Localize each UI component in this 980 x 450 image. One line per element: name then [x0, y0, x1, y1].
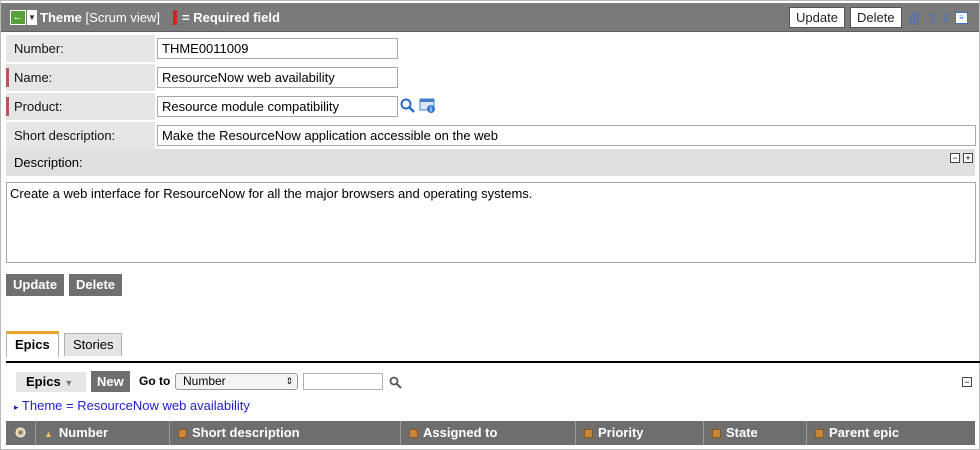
product-label: Product: [6, 93, 155, 120]
column-assigned-to[interactable]: Assigned to [401, 421, 576, 445]
list-icon[interactable]: ≡ [955, 12, 968, 24]
expand-icon[interactable]: + [963, 153, 973, 163]
name-label: Name: [6, 64, 155, 91]
column-icon [409, 429, 418, 438]
mandatory-indicator [6, 97, 9, 116]
short-description-field[interactable] [157, 125, 976, 146]
column-icon [815, 429, 824, 438]
chevron-down-icon: ▼ [64, 378, 74, 388]
svg-text:i: i [430, 107, 432, 114]
record-type: Theme [40, 10, 82, 25]
collapse-list-icon[interactable]: − [962, 377, 972, 387]
arrow-down-icon[interactable]: ⇩ [941, 11, 951, 25]
goto-label: Go to [139, 374, 171, 388]
search-icon[interactable] [400, 98, 416, 114]
short-description-label: Short description: [6, 122, 155, 149]
required-marker [173, 10, 177, 25]
number-field[interactable] [157, 38, 398, 59]
chevron-down-icon[interactable]: ▼ [27, 10, 37, 25]
list-context-menu[interactable]: Epics ▼ [16, 372, 86, 392]
collapse-icon[interactable]: − [950, 153, 960, 163]
tab-divider [6, 361, 980, 363]
tab-stories[interactable]: Stories [64, 333, 123, 356]
attachment-icon[interactable]: ∭ [908, 11, 921, 25]
column-icon [178, 429, 187, 438]
update-button[interactable]: Update [6, 274, 65, 296]
tab-epics[interactable]: Epics [6, 331, 59, 357]
sort-ascending-icon: ▲ [44, 429, 53, 439]
column-parent-epic[interactable]: Parent epic [807, 421, 975, 445]
reference-info-icon[interactable]: i [419, 98, 437, 114]
search-icon[interactable] [389, 376, 402, 389]
update-button-header[interactable]: Update [789, 7, 845, 28]
column-short-description[interactable]: Short description [170, 421, 401, 445]
back-arrow-icon[interactable]: ← [10, 10, 26, 25]
breadcrumb[interactable]: ▸ Theme = ResourceNow web availability [14, 398, 250, 413]
product-field[interactable] [157, 96, 398, 117]
column-number[interactable]: ▲ Number [36, 421, 170, 445]
view-name: [Scrum view] [85, 10, 160, 25]
select-arrows-icon: ⇕ [285, 376, 293, 386]
delete-button[interactable]: Delete [69, 274, 123, 296]
mandatory-indicator [6, 68, 9, 87]
new-button[interactable]: New [91, 371, 130, 392]
description-field[interactable]: Create a web interface for ResourceNow f… [6, 182, 976, 263]
personalize-list-icon[interactable] [6, 421, 36, 445]
breadcrumb-arrow-icon: ▸ [14, 402, 19, 412]
column-icon [712, 429, 721, 438]
form-title: Theme [Scrum view] [40, 10, 160, 25]
required-legend: = Required field [182, 10, 280, 25]
delete-button-header[interactable]: Delete [850, 7, 902, 28]
number-label: Number: [6, 35, 155, 62]
column-icon [584, 429, 593, 438]
description-label: Description: [6, 149, 975, 176]
goto-field-select[interactable]: Number ⇕ [175, 373, 298, 390]
column-priority[interactable]: Priority [576, 421, 704, 445]
form-header: ← ▼ Theme [Scrum view] = Required field … [1, 3, 979, 32]
column-state[interactable]: State [704, 421, 807, 445]
goto-search-input[interactable] [303, 373, 383, 390]
arrow-up-icon[interactable]: ⇧ [928, 11, 938, 25]
name-field[interactable] [157, 67, 398, 88]
list-header: ▲ Number Short description Assigned to Pr… [6, 421, 975, 445]
